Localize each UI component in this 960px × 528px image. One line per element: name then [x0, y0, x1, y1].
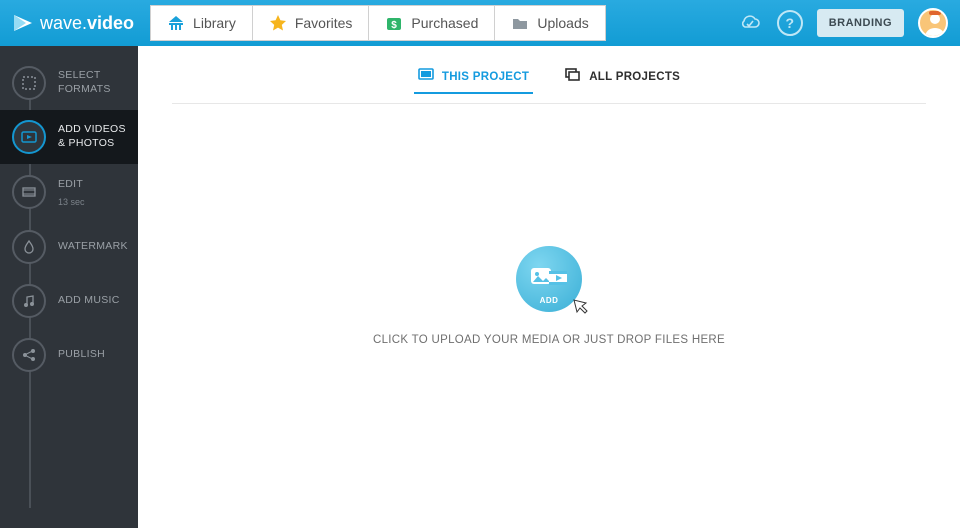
edit-icon — [12, 175, 46, 209]
step-select-formats[interactable]: SELECT FORMATS — [0, 56, 138, 110]
step-label: SELECT FORMATS — [58, 69, 111, 96]
step-label: PUBLISH — [58, 348, 105, 362]
step-label: EDIT — [58, 178, 83, 190]
tab-favorites[interactable]: Favorites — [253, 5, 370, 41]
step-add-music[interactable]: ADD MUSIC — [0, 274, 138, 328]
monitor-icon — [418, 68, 434, 85]
cursor-icon — [570, 296, 592, 318]
subtab-this-project[interactable]: THIS PROJECT — [418, 68, 529, 93]
upload-hint: CLICK TO UPLOAD YOUR MEDIA OR JUST DROP … — [373, 334, 725, 346]
tab-label: Purchased — [411, 15, 478, 31]
step-edit[interactable]: EDIT 13 sec — [0, 164, 138, 220]
step-label: WATERMARK — [58, 240, 128, 254]
step-watermark[interactable]: WATERMARK — [0, 220, 138, 274]
logo[interactable]: wave.video — [12, 12, 134, 34]
subtab-label: THIS PROJECT — [442, 71, 529, 83]
step-sublabel: 13 sec — [58, 197, 85, 207]
step-label: ADD VIDEOS & PHOTOS — [58, 123, 126, 150]
subtab-all-projects[interactable]: ALL PROJECTS — [565, 68, 680, 93]
upload-dropzone[interactable]: ADD CLICK TO UPLOAD YOUR MEDIA OR JUST D… — [138, 104, 960, 528]
topbar: wave.video Library Favorites $ Purchased — [0, 0, 960, 46]
branding-button[interactable]: BRANDING — [817, 9, 904, 37]
tab-label: Library — [193, 15, 236, 31]
tab-library[interactable]: Library — [150, 5, 253, 41]
main-panel: THIS PROJECT ALL PROJECTS — [138, 46, 960, 528]
logo-icon — [12, 12, 34, 34]
add-media-button[interactable]: ADD — [516, 246, 582, 312]
tab-label: Favorites — [295, 15, 353, 31]
tab-purchased[interactable]: $ Purchased — [369, 5, 495, 41]
purchased-icon: $ — [385, 14, 403, 32]
avatar[interactable] — [918, 8, 948, 38]
tab-label: Uploads — [537, 15, 588, 31]
step-label-wrap: EDIT 13 sec — [58, 174, 85, 210]
sidebar: SELECT FORMATS ADD VIDEOS & PHOTOS EDIT … — [0, 46, 138, 528]
svg-text:$: $ — [392, 20, 398, 31]
watermark-icon — [12, 230, 46, 264]
star-icon — [269, 14, 287, 32]
uploads-folder-icon — [511, 14, 529, 32]
step-publish[interactable]: PUBLISH — [0, 328, 138, 382]
formats-icon — [12, 66, 46, 100]
top-right: ? BRANDING — [737, 8, 948, 38]
step-add-videos-photos[interactable]: ADD VIDEOS & PHOTOS — [0, 110, 138, 164]
project-subtabs: THIS PROJECT ALL PROJECTS — [138, 68, 960, 103]
logo-text: wave.video — [40, 13, 134, 34]
help-icon[interactable]: ? — [777, 10, 803, 36]
add-bubble-label: ADD — [540, 296, 559, 305]
media-icon — [12, 120, 46, 154]
cloud-sync-icon[interactable] — [737, 13, 763, 33]
music-icon — [12, 284, 46, 318]
stack-icon — [565, 68, 581, 85]
library-icon — [167, 14, 185, 32]
subtab-label: ALL PROJECTS — [589, 71, 680, 83]
tab-uploads[interactable]: Uploads — [495, 5, 605, 41]
publish-icon — [12, 338, 46, 372]
top-tabs: Library Favorites $ Purchased Uploads — [150, 5, 606, 41]
step-label: ADD MUSIC — [58, 294, 120, 308]
